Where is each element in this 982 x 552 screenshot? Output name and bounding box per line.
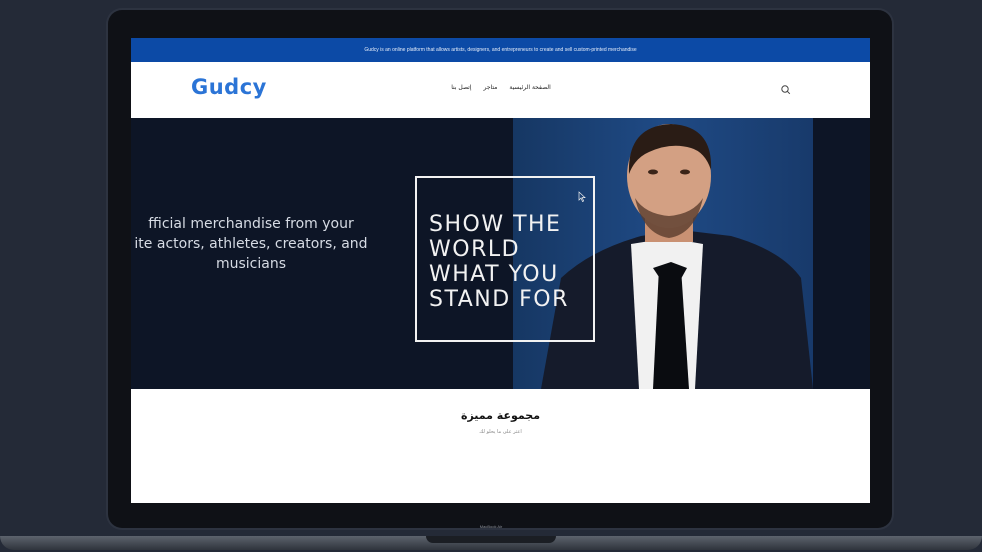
search-button[interactable] — [779, 82, 793, 96]
laptop-notch — [426, 536, 556, 543]
site-header: Gudcy الصفحة الرئيسية متاجر إتصل بنا — [131, 62, 870, 119]
section-title: مجموعة مميزة — [460, 409, 541, 422]
featured-collection-section: مجموعة مميزة اعثر على ما يحلو لك — [131, 389, 870, 503]
hero-headline-line: WORLD — [429, 237, 521, 262]
section-subtitle: اعثر على ما يحلو لك — [479, 429, 522, 435]
hero-dark-edge — [813, 118, 870, 389]
announcement-bar: Gudcy is an online platform that allows … — [131, 38, 870, 62]
hero-tagline: fficial merchandise from your ite actors… — [131, 214, 381, 274]
nav-item-stores[interactable]: متاجر — [484, 84, 498, 91]
laptop-model-label: MacBook Air — [479, 524, 503, 529]
hero-tagline-line: musicians — [215, 256, 287, 272]
nav-item-contact[interactable]: إتصل بنا — [451, 84, 471, 91]
hero-headline-line: WHAT YOU — [429, 262, 559, 287]
logo-text: Gudcy — [191, 75, 267, 99]
main-nav: الصفحة الرئيسية متاجر إتصل بنا — [431, 84, 571, 91]
hero-headline-line: STAND FOR — [429, 287, 569, 312]
hero-banner[interactable]: fficial merchandise from your ite actors… — [131, 118, 870, 389]
mouse-pointer-icon — [578, 191, 586, 202]
search-icon — [781, 85, 791, 95]
hero-tagline-line: fficial merchandise from your — [148, 216, 354, 232]
nav-item-home[interactable]: الصفحة الرئيسية — [509, 84, 550, 91]
hero-headline: SHOW THE WORLD WHAT YOU STAND FOR — [429, 212, 609, 312]
hero-headline-line: SHOW THE — [429, 212, 562, 237]
browser-screen: Gudcy is an online platform that allows … — [131, 38, 870, 503]
hero-tagline-line: ite actors, athletes, creators, and — [134, 236, 368, 252]
site-logo[interactable]: Gudcy — [191, 75, 267, 99]
